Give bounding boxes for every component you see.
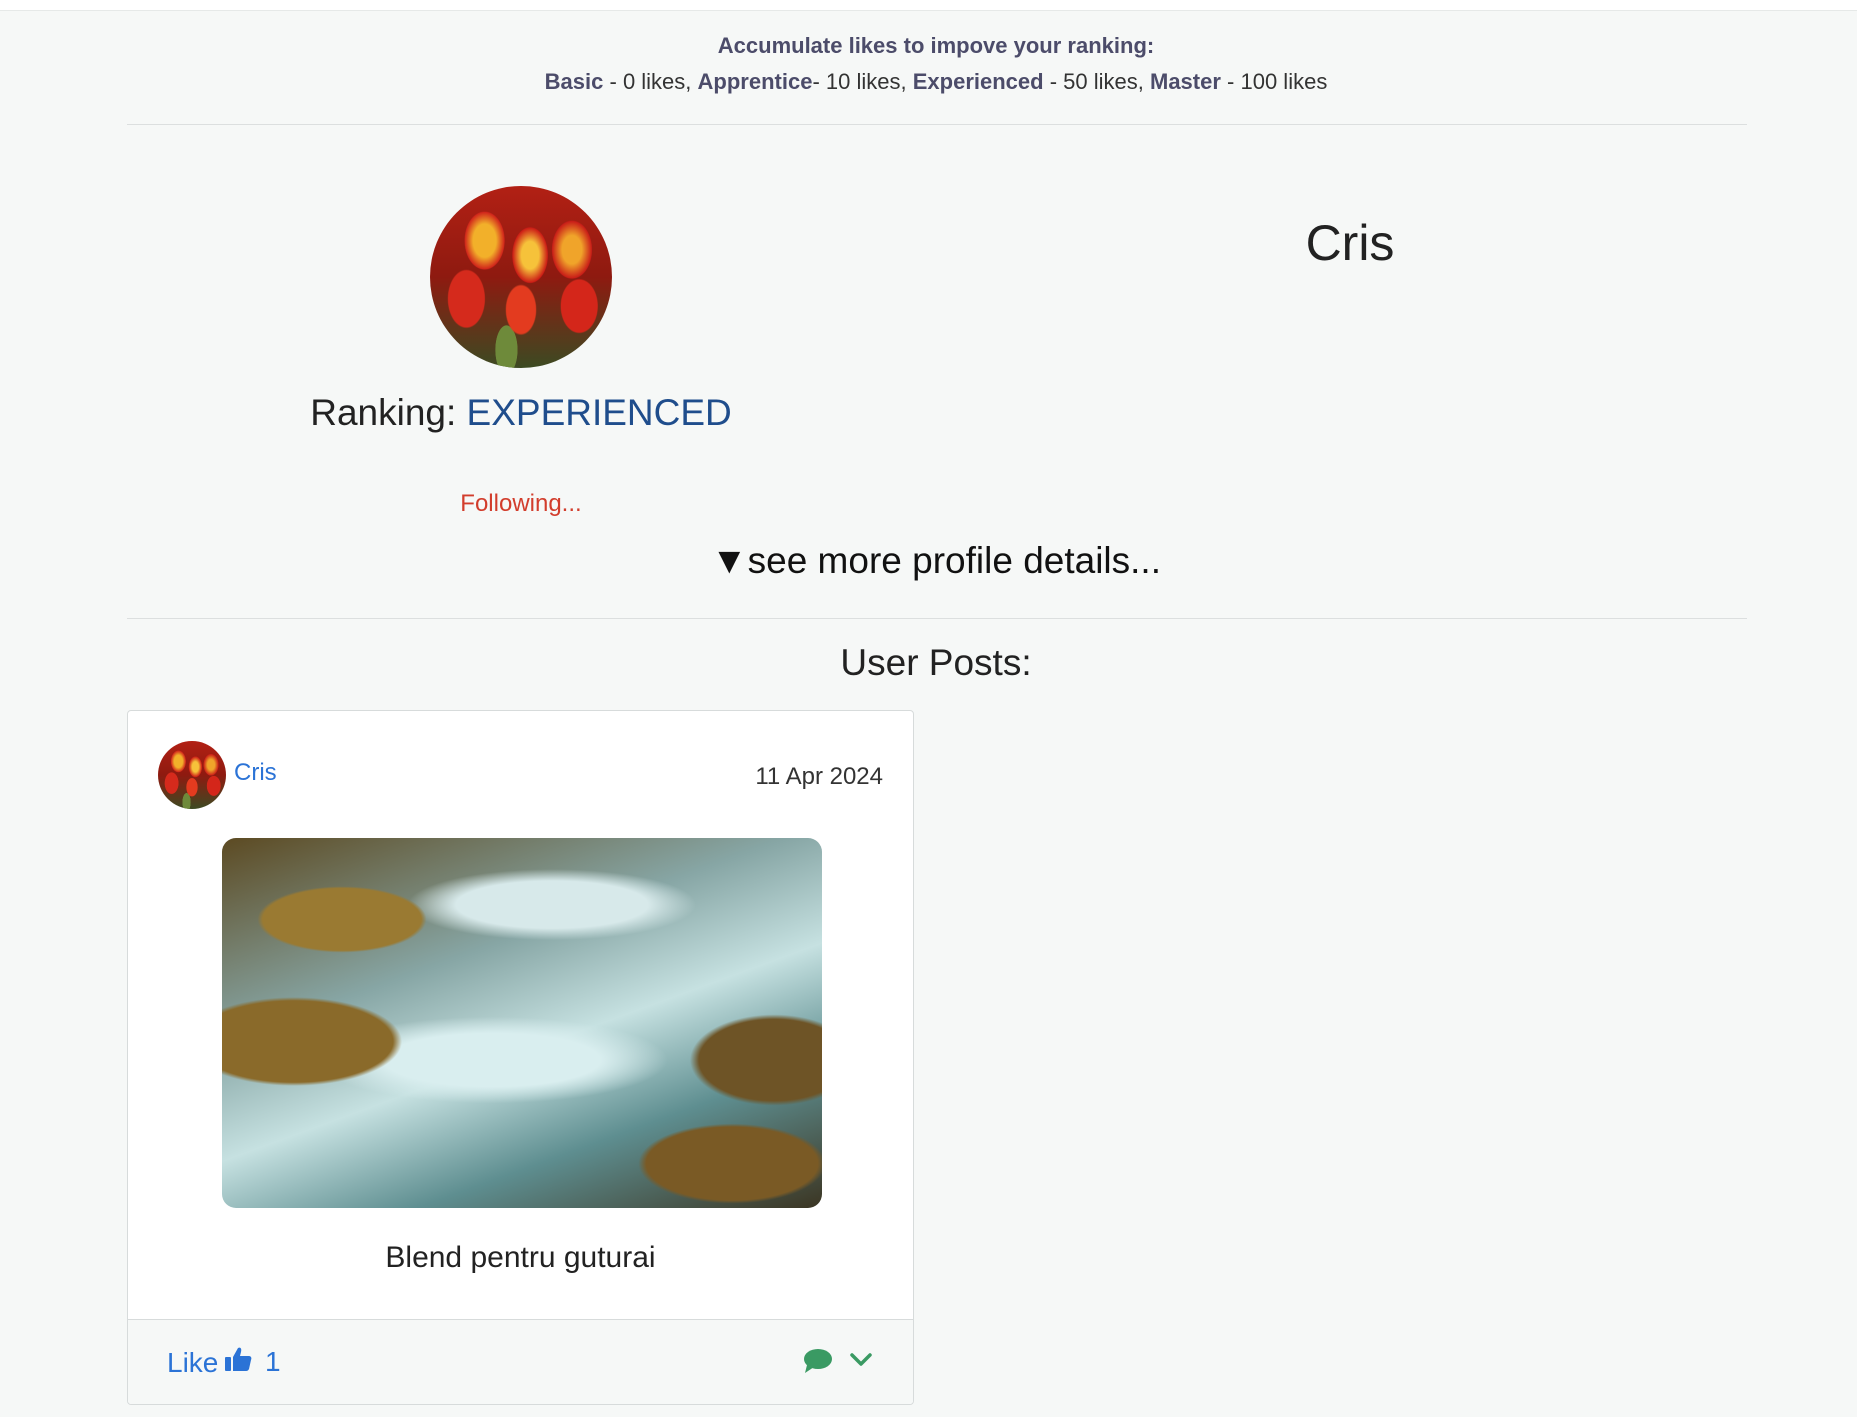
- like-count: 1: [265, 1346, 281, 1377]
- posts-section-title: User Posts:: [840, 642, 1032, 683]
- post-footer: Like 1: [128, 1319, 913, 1404]
- level-apprentice-req: - 10 likes,: [812, 69, 907, 94]
- post-image[interactable]: [222, 838, 822, 1208]
- level-experienced-name: Experienced: [912, 69, 1044, 94]
- following-button[interactable]: Following...: [400, 490, 642, 518]
- divider: [127, 124, 1747, 125]
- post-card: Cris 11 Apr 2024 Blend pentru guturai Li…: [127, 710, 914, 1405]
- chevron-down-icon[interactable]: [849, 1352, 873, 1373]
- thumbs-up-icon: [224, 1346, 252, 1379]
- post-author-avatar[interactable]: [158, 741, 226, 809]
- top-bar: [0, 0, 1857, 11]
- ranking-levels: Basic - 0 likes, Apprentice- 10 likes, E…: [0, 64, 1857, 100]
- divider: [127, 618, 1747, 619]
- comment-icon[interactable]: [803, 1348, 833, 1379]
- ranking-label: Ranking:: [310, 392, 457, 433]
- like-button[interactable]: Like: [167, 1346, 252, 1379]
- level-basic-req: - 0 likes,: [609, 69, 692, 94]
- post-author-link[interactable]: Cris: [234, 759, 277, 787]
- level-experienced-req: - 50 likes,: [1049, 69, 1144, 94]
- ranking-value: EXPERIENCED: [466, 392, 732, 433]
- level-master-name: Master: [1150, 69, 1221, 94]
- level-master-req: - 100 likes: [1227, 69, 1328, 94]
- ranking-info: Accumulate likes to impove your ranking:…: [0, 28, 1857, 100]
- ranking-info-heading: Accumulate likes to impove your ranking:: [717, 33, 1155, 58]
- profile-username: Cris: [1305, 215, 1395, 271]
- see-more-details-toggle[interactable]: ▼see more profile details...: [0, 540, 1857, 582]
- level-basic-name: Basic: [544, 69, 604, 94]
- tulips-image: [158, 741, 226, 809]
- ranking-display: Ranking: EXPERIENCED: [300, 392, 742, 434]
- like-label: Like: [167, 1346, 219, 1378]
- profile-avatar: [430, 186, 612, 368]
- post-date: 11 Apr 2024: [755, 763, 883, 790]
- post-title[interactable]: Blend pentru guturai: [128, 1241, 913, 1275]
- level-apprentice-name: Apprentice: [697, 69, 813, 94]
- tulips-image: [430, 186, 612, 368]
